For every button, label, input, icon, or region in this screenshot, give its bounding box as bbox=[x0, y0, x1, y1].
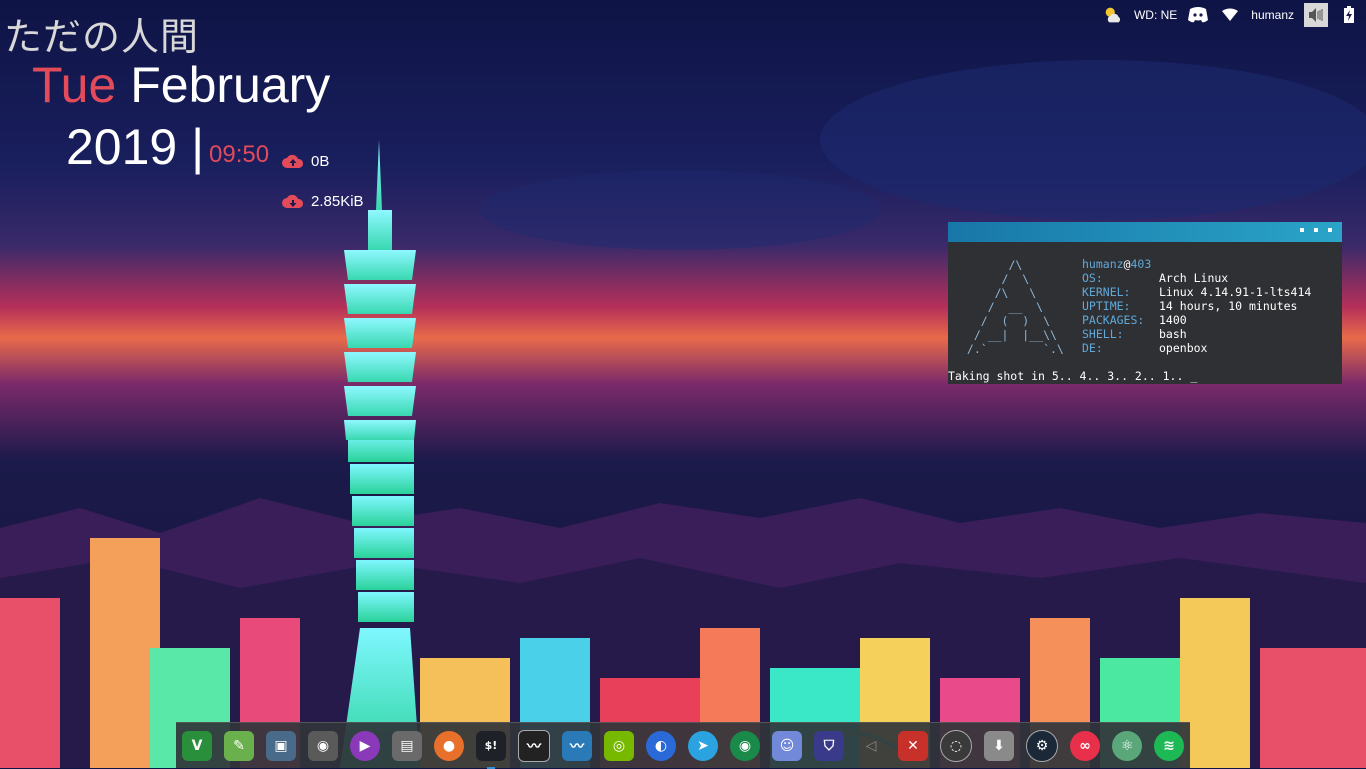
leafpad-icon[interactable]: ✎ bbox=[224, 730, 254, 761]
terminal-window[interactable]: /\ / \ /\ \ / __ \ / ( ) \ / __| |__\\ /… bbox=[948, 222, 1342, 384]
system-monitor-icon[interactable]: 〰 bbox=[518, 729, 550, 762]
info-value: openbox bbox=[1159, 341, 1208, 355]
info-key: KERNEL: bbox=[1082, 285, 1131, 299]
host-user: humanz bbox=[1082, 257, 1124, 271]
year: 2019 | bbox=[66, 119, 205, 175]
info-row-packages: PACKAGES: 1400 bbox=[1082, 313, 1311, 327]
info-key: OS: bbox=[1082, 271, 1103, 285]
info-row-de: DE: openbox bbox=[1082, 341, 1311, 355]
discord-dock-icon[interactable]: ☺ bbox=[772, 730, 802, 761]
vpn-shield-icon[interactable]: ⛉ bbox=[814, 730, 844, 761]
spotify-icon[interactable]: ≋ bbox=[1154, 730, 1184, 761]
clock-time: 09:50 bbox=[209, 141, 270, 168]
vim-icon[interactable]: V bbox=[182, 730, 212, 761]
camera-icon[interactable]: ◉ bbox=[730, 730, 760, 761]
download-speed: 2.85KiB bbox=[281, 192, 364, 210]
system-info: humanz@403 OS: Arch Linux KERNEL: Linux 4.… bbox=[1082, 257, 1311, 355]
info-value: Arch Linux bbox=[1159, 271, 1229, 285]
info-key: SHELL: bbox=[1082, 327, 1124, 341]
info-key: UPTIME: bbox=[1082, 299, 1131, 313]
telegram-icon[interactable]: ➤ bbox=[688, 730, 718, 761]
installer-icon[interactable]: ⬇ bbox=[984, 730, 1014, 761]
info-value: 14 hours, 10 minutes bbox=[1159, 299, 1298, 313]
system-tray: WD: NE humanz bbox=[1102, 2, 1366, 28]
city-skyline-wallpaper bbox=[0, 438, 1366, 768]
desktop-title: ただの人間 bbox=[4, 15, 200, 59]
info-value: bash bbox=[1159, 327, 1187, 341]
info-row-shell: SHELL: bash bbox=[1082, 327, 1311, 341]
file-manager-icon[interactable]: ▤ bbox=[392, 730, 422, 761]
terminal-prompt[interactable]: Taking shot in 5.. 4.. 3.. 2.. 1.. _ bbox=[948, 369, 1197, 383]
flickr-icon[interactable]: ∞ bbox=[1070, 730, 1100, 761]
weather-icon[interactable] bbox=[1102, 4, 1124, 26]
day-of-week: Tue bbox=[32, 57, 117, 113]
info-key: PACKAGES: bbox=[1082, 313, 1145, 327]
browser-globe-icon[interactable]: ◐ bbox=[646, 730, 676, 761]
username-label: humanz bbox=[1251, 8, 1294, 22]
upload-value: 0B bbox=[311, 152, 330, 170]
info-value: Linux 4.14.91-1-lts414 bbox=[1159, 285, 1312, 299]
arch-logo-ascii: /\ / \ /\ \ / __ \ / ( ) \ / __| |__\\ /… bbox=[966, 258, 1064, 356]
sound-icon[interactable]: ◁ bbox=[856, 731, 886, 761]
host-line: humanz@403 bbox=[1082, 257, 1311, 271]
info-key: DE: bbox=[1082, 341, 1103, 355]
window-menu-dots-icon[interactable] bbox=[1300, 228, 1332, 232]
dota-icon[interactable]: ✕ bbox=[898, 730, 928, 761]
obs-icon[interactable]: ◌ bbox=[940, 729, 972, 762]
info-row-kernel: KERNEL: Linux 4.14.91-1-lts414 bbox=[1082, 285, 1311, 299]
firefox-icon[interactable]: ● bbox=[434, 730, 464, 761]
steam-icon[interactable]: ⚙ bbox=[1026, 729, 1058, 762]
info-row-uptime: UPTIME: 14 hours, 10 minutes bbox=[1082, 299, 1311, 313]
terminal-icon[interactable]: $! bbox=[476, 730, 506, 769]
application-dock: V ✎ ▣ ◉ ▶ ▤ ● $! 〰 〰 ◎ ◐ ➤ ◉ ☺ ⛉ ◁ ✕ ◌ ⬇… bbox=[176, 722, 1190, 769]
upload-speed: 0B bbox=[281, 152, 329, 170]
nvidia-icon[interactable]: ◎ bbox=[604, 730, 634, 761]
download-value: 2.85KiB bbox=[311, 192, 364, 210]
cloud-download-icon bbox=[282, 194, 304, 208]
terminal-titlebar[interactable] bbox=[948, 222, 1342, 242]
activity-monitor-icon[interactable]: 〰 bbox=[562, 730, 592, 761]
sky-cloud bbox=[480, 170, 880, 250]
screenshot-icon[interactable]: ▣ bbox=[266, 730, 296, 761]
volume-icon[interactable] bbox=[1304, 3, 1328, 27]
info-row-os: OS: Arch Linux bbox=[1082, 271, 1311, 285]
taipei-tower-top bbox=[344, 140, 416, 440]
wifi-icon[interactable] bbox=[1219, 4, 1241, 26]
month: February bbox=[130, 57, 331, 113]
sky-cloud bbox=[820, 60, 1366, 220]
date-display: Tue February bbox=[32, 56, 330, 114]
info-value: 1400 bbox=[1159, 313, 1187, 327]
gimp-icon[interactable]: ◉ bbox=[308, 730, 338, 761]
media-player-icon[interactable]: ▶ bbox=[350, 730, 380, 761]
host-suffix: 403 bbox=[1130, 257, 1152, 271]
discord-icon[interactable] bbox=[1187, 4, 1209, 26]
weather-label: WD: NE bbox=[1133, 8, 1178, 22]
atom-icon[interactable]: ⚛ bbox=[1112, 730, 1142, 761]
terminal-glyph: $! bbox=[484, 739, 498, 752]
cloud-upload-icon bbox=[282, 154, 304, 168]
battery-icon[interactable] bbox=[1338, 4, 1360, 26]
